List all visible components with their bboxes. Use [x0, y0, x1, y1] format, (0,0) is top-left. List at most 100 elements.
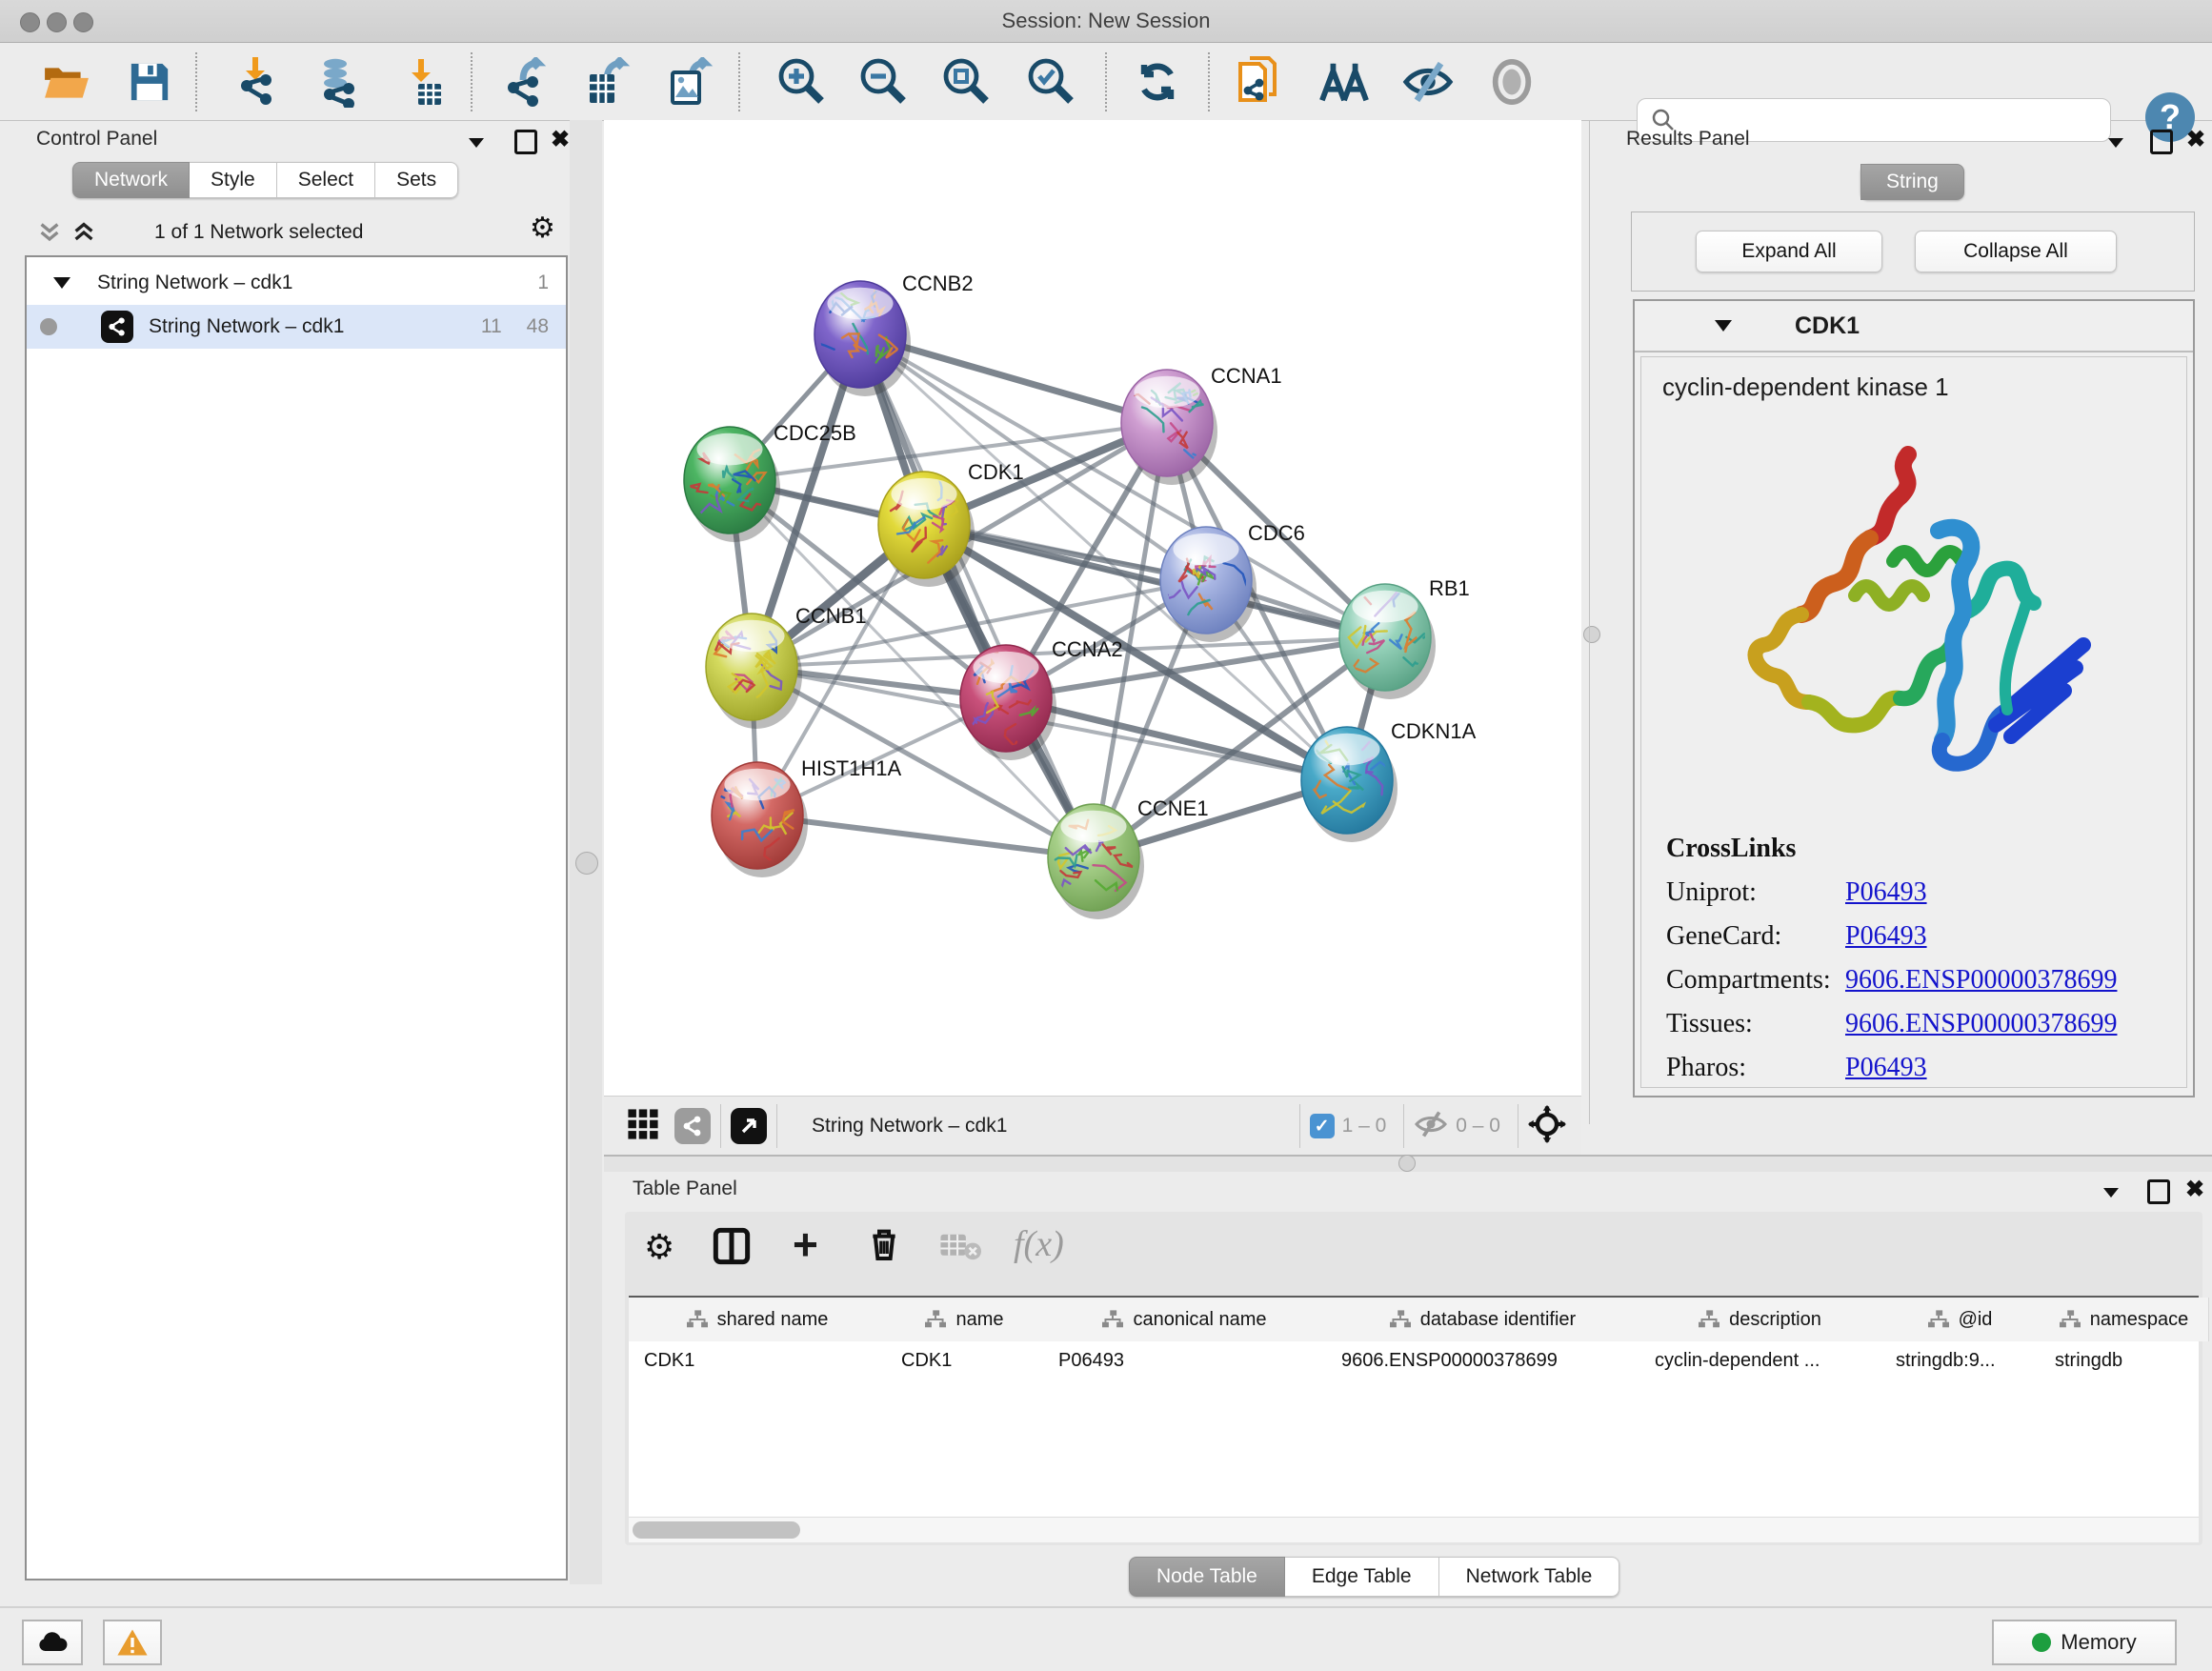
network-share-icon[interactable] — [674, 1108, 711, 1144]
apply-layout-button[interactable] — [1132, 56, 1183, 108]
column-header-label: canonical name — [1133, 1309, 1266, 1331]
delete-column-icon[interactable] — [865, 1225, 903, 1268]
table-cell[interactable]: CDK1 — [629, 1341, 886, 1379]
panel-close-icon[interactable]: ✖ — [551, 126, 570, 153]
export-image-icon — [665, 57, 714, 107]
import-table-button[interactable] — [400, 56, 452, 108]
expand-all-button[interactable]: Expand All — [1696, 231, 1882, 272]
clone-network-button[interactable] — [1235, 56, 1286, 108]
zoom-out-button[interactable] — [856, 56, 908, 108]
node-label-CCNE1: CCNE1 — [1137, 796, 1209, 820]
horizontal-scrollbar[interactable] — [629, 1517, 2199, 1542]
crosslink-link[interactable]: 9606.ENSP00000378699 — [1845, 1009, 2117, 1039]
panel-close-icon[interactable]: ✖ — [2185, 1176, 2204, 1203]
selected-checkbox[interactable]: ✓ — [1310, 1114, 1335, 1138]
network-options-gear-icon[interactable]: ⚙ — [530, 211, 555, 245]
tab-sets[interactable]: Sets — [375, 162, 458, 198]
collection-expand-icon[interactable] — [53, 277, 70, 289]
panel-float-icon[interactable] — [2147, 1179, 2170, 1209]
gene-name: CDK1 — [1795, 312, 1860, 340]
save-session-button[interactable] — [124, 56, 175, 108]
warnings-button[interactable] — [103, 1620, 162, 1665]
table-cell[interactable]: stringdb — [2040, 1341, 2208, 1379]
zoom-fit-button[interactable] — [939, 56, 991, 108]
table-cell[interactable]: cyclin-dependent ... — [1639, 1341, 1880, 1379]
crosslink-link[interactable]: P06493 — [1845, 1053, 1927, 1083]
network-edge-count: 48 — [527, 315, 549, 338]
node-CDC6[interactable]: CDC6 — [1156, 521, 1305, 642]
crosslink-link[interactable]: 9606.ENSP00000378699 — [1845, 965, 2117, 996]
node-CCNE1[interactable]: CCNE1 — [1047, 796, 1208, 919]
panel-collapse-icon[interactable] — [2103, 1185, 2119, 1202]
import-network-file-button[interactable] — [232, 56, 284, 108]
column-header-database-identifier[interactable]: database identifier — [1326, 1298, 1640, 1341]
show-columns-icon[interactable] — [713, 1227, 751, 1270]
node-CDKN1A[interactable]: CDKN1A — [1301, 719, 1477, 842]
column-header-shared-name[interactable]: shared name — [629, 1298, 887, 1341]
delete-table-icon[interactable] — [939, 1233, 981, 1266]
tab-edge-table[interactable]: Edge Table — [1285, 1557, 1439, 1597]
tab-select[interactable]: Select — [277, 162, 375, 198]
network-selection-status: 1 of 1 Network selected — [154, 221, 363, 244]
section-expand-icon[interactable] — [1715, 320, 1732, 332]
left-splitter-handle[interactable] — [575, 852, 598, 875]
network-row[interactable]: String Network – cdk1 11 48 — [27, 305, 566, 349]
table-panel-title: Table Panel — [633, 1178, 737, 1200]
crosslink-link[interactable]: P06493 — [1845, 877, 1927, 908]
node-CCNA2[interactable]: CCNA2 — [960, 637, 1123, 760]
expand-all-networks-icon[interactable] — [70, 219, 97, 251]
table-cell[interactable]: stringdb:9... — [1880, 1341, 2040, 1379]
zoom-selected-button[interactable] — [1024, 56, 1076, 108]
panel-collapse-icon[interactable] — [469, 135, 484, 152]
cloud-button[interactable] — [22, 1620, 83, 1665]
panel-collapse-icon[interactable] — [2108, 135, 2123, 152]
import-network-database-button[interactable] — [312, 56, 364, 108]
birds-eye-view-button[interactable] — [1318, 56, 1370, 108]
tab-network[interactable]: Network — [72, 162, 190, 198]
gene-section-header[interactable]: CDK1 — [1635, 301, 2193, 352]
show-graphics-details-button[interactable] — [1486, 56, 1538, 108]
tab-network-table[interactable]: Network Table — [1439, 1557, 1620, 1597]
pan-crosshair-icon[interactable] — [1528, 1105, 1566, 1148]
tab-node-table[interactable]: Node Table — [1129, 1557, 1285, 1597]
export-image-button[interactable] — [664, 56, 715, 108]
column-header-description[interactable]: description — [1639, 1298, 1881, 1341]
function-builder-icon[interactable]: f(x) — [1014, 1223, 1064, 1265]
export-network-button[interactable] — [499, 56, 551, 108]
table-options-gear-icon[interactable]: ⚙ — [644, 1227, 674, 1267]
open-in-window-icon[interactable] — [731, 1108, 767, 1144]
export-table-button[interactable] — [581, 56, 633, 108]
table-tabs: Node Table Edge Table Network Table — [1129, 1557, 1619, 1597]
grid-view-icon[interactable] — [627, 1108, 659, 1145]
collapse-all-button[interactable]: Collapse All — [1915, 231, 2117, 272]
scrollbar-thumb[interactable] — [633, 1521, 800, 1539]
zoom-in-button[interactable] — [774, 56, 826, 108]
column-header-namespace[interactable]: namespace — [2040, 1298, 2209, 1341]
node-RB1[interactable]: RB1 — [1339, 576, 1470, 699]
table-cell[interactable]: 9606.ENSP00000378699 — [1326, 1341, 1639, 1379]
column-header-name[interactable]: name — [886, 1298, 1044, 1341]
panel-float-icon[interactable] — [514, 130, 537, 159]
node-HIST1H1A[interactable]: HIST1H1A — [712, 756, 901, 877]
memory-button[interactable]: Memory — [1992, 1620, 2177, 1665]
column-header--id[interactable]: @id — [1880, 1298, 2041, 1341]
table-cell[interactable]: P06493 — [1043, 1341, 1326, 1379]
network-canvas[interactable]: CCNB2CCNA1CDC25BCDK1CDC6RB1CCNB1CCNA2CDK… — [604, 120, 1581, 1096]
hidden-eye-icon[interactable] — [1414, 1110, 1448, 1143]
panel-close-icon[interactable]: ✖ — [2186, 126, 2205, 153]
add-column-icon[interactable]: + — [793, 1225, 818, 1263]
tab-string[interactable]: String — [1860, 164, 1964, 200]
export-network-icon — [500, 57, 550, 107]
node-CCNB2[interactable]: CCNB2 — [807, 272, 974, 396]
column-header-canonical-name[interactable]: canonical name — [1043, 1298, 1327, 1341]
collapse-all-networks-icon[interactable] — [36, 219, 63, 251]
tab-style[interactable]: Style — [190, 162, 277, 198]
open-session-button[interactable] — [41, 56, 92, 108]
hide-graphics-details-button[interactable] — [1402, 56, 1454, 108]
node-CCNA1[interactable]: CCNA1 — [1121, 364, 1282, 485]
crosslink-link[interactable]: P06493 — [1845, 921, 1927, 952]
table-cell[interactable]: CDK1 — [886, 1341, 1043, 1379]
panel-float-icon[interactable] — [2150, 130, 2173, 159]
control-panel-tabs: Network Style Select Sets — [72, 162, 458, 198]
network-collection-row[interactable]: String Network – cdk1 1 — [27, 261, 566, 305]
